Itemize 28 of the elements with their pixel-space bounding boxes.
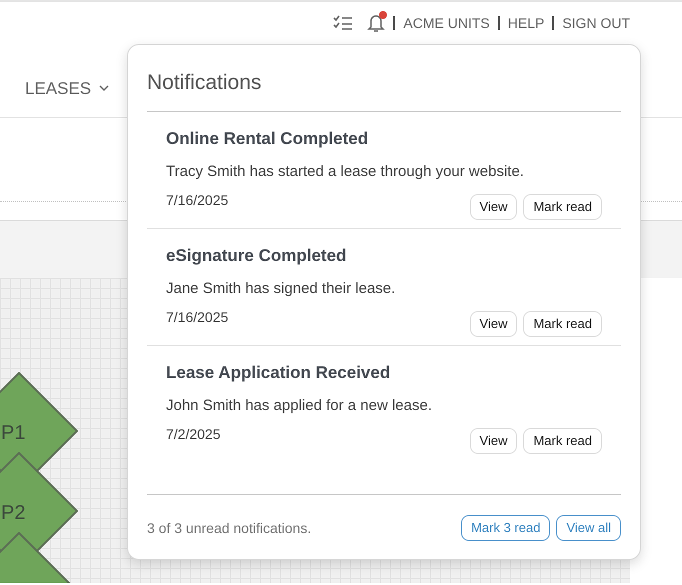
footer-button[interactable]: View all <box>556 515 621 541</box>
notification-title: Lease Application Received <box>166 362 392 384</box>
chevron-down-icon <box>99 85 110 92</box>
notification-date: 7/16/2025 <box>166 190 228 210</box>
bell-icon[interactable] <box>367 13 386 33</box>
notification-title: Online Rental Completed <box>166 128 370 150</box>
footer-button[interactable]: Mark 3 read <box>461 515 550 541</box>
notification-date: 7/16/2025 <box>166 308 228 326</box>
node-label: P1 <box>1 421 26 446</box>
notification-title: eSignature Completed <box>166 244 348 267</box>
header-link[interactable]: ACME UNITS <box>403 12 490 34</box>
notification-message: Jane Smith has signed their lease. <box>166 279 396 299</box>
header-link[interactable]: HELP <box>508 12 544 34</box>
node-label: P2 <box>1 501 26 526</box>
unread-summary: 3 of 3 unread notifications. <box>147 518 312 538</box>
popover-title: Notifications <box>147 67 621 112</box>
notification-message: Tracy Smith has started a lease through your website. <box>166 162 525 182</box>
header-link[interactable]: SIGN OUT <box>562 12 630 34</box>
notification-action-button[interactable]: View <box>470 310 518 336</box>
notification-action-button[interactable]: Mark read <box>523 194 602 220</box>
checklist-icon[interactable] <box>333 15 354 31</box>
notification-action-button[interactable]: View <box>470 428 518 454</box>
notification-action-button[interactable]: Mark read <box>523 310 602 336</box>
notification-date: 7/2/2025 <box>166 424 220 444</box>
nav-menu-item[interactable]: LEASES <box>25 76 110 101</box>
notification-action-button[interactable]: View <box>470 194 518 220</box>
notification-message: John Smith has applied for a new lease. <box>166 396 433 416</box>
notification-action-button[interactable]: Mark read <box>523 428 602 454</box>
